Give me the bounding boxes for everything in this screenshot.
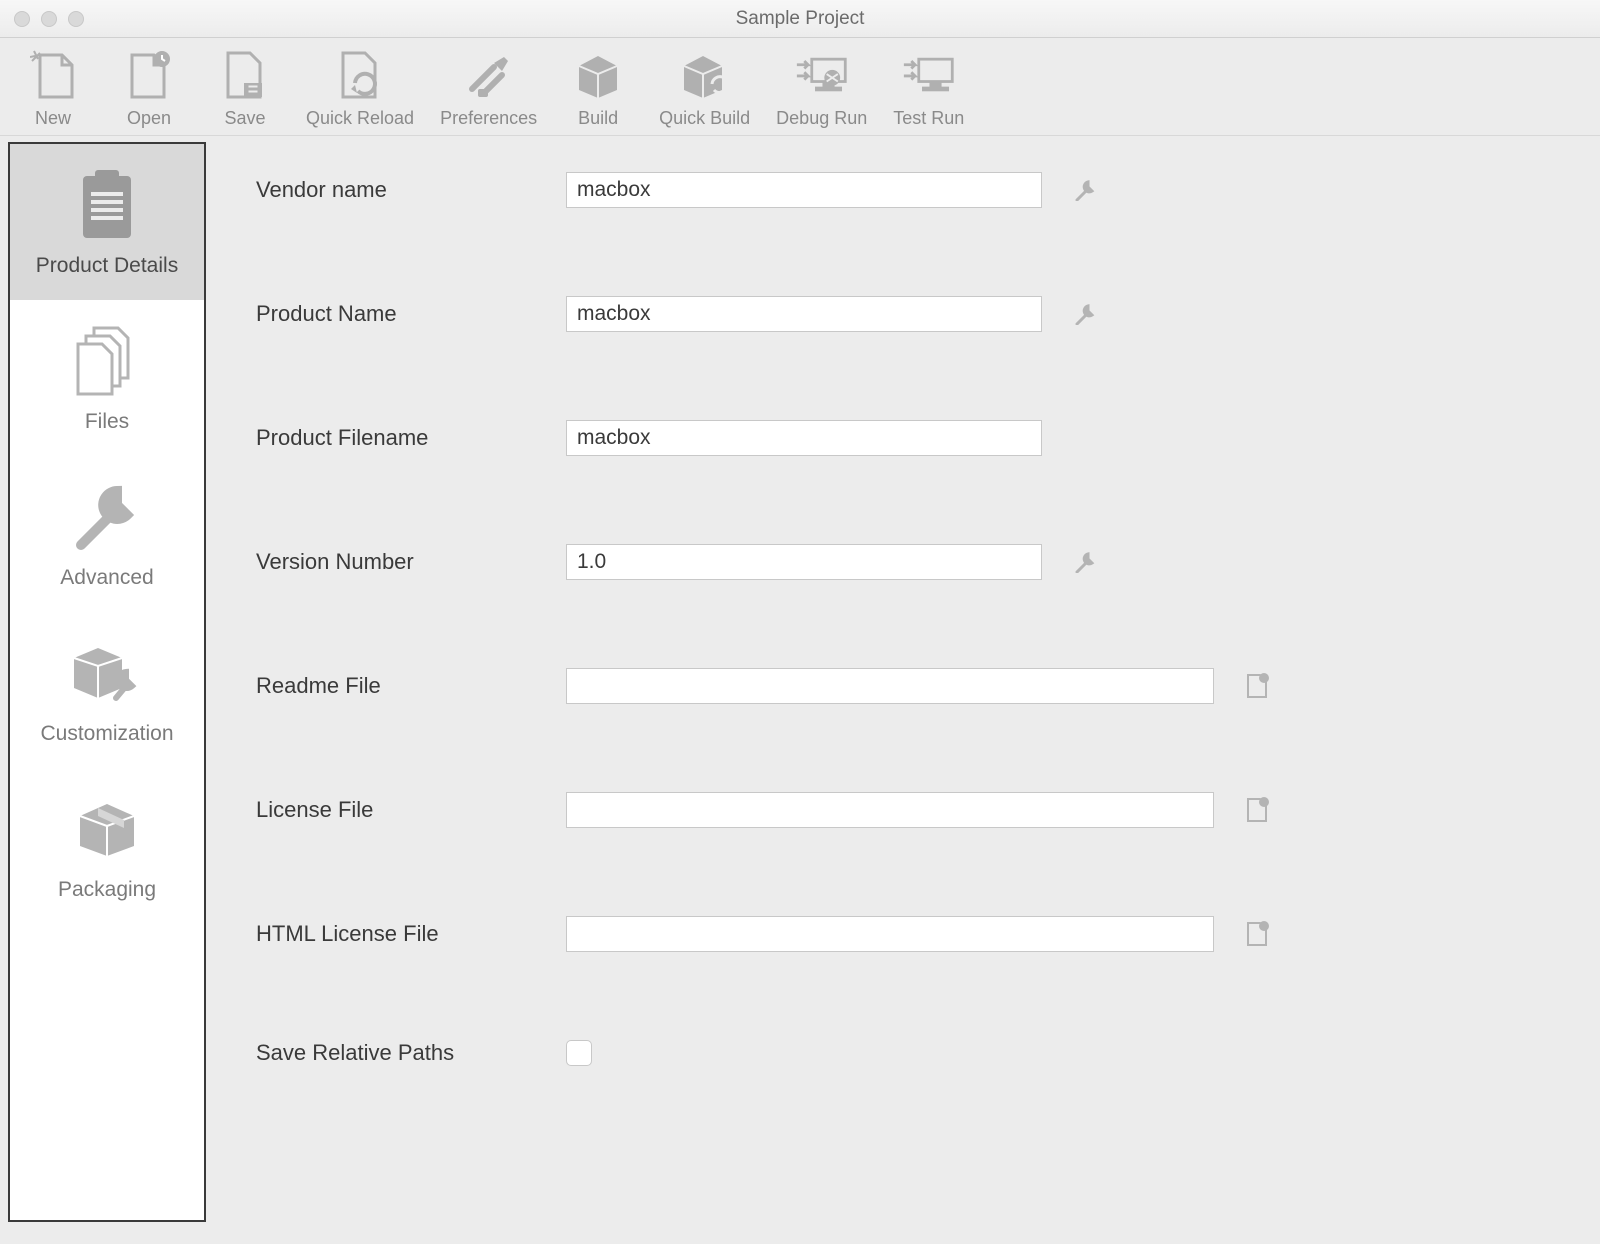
close-window-button[interactable] [14,11,30,27]
toolbar-quick-reload-label: Quick Reload [306,108,414,129]
debug-run-icon [795,48,849,102]
version-number-input[interactable] [566,544,1042,580]
license-file-input[interactable] [566,792,1214,828]
open-file-icon [122,48,176,102]
row-license-file: License File [256,792,1560,828]
product-details-form: Vendor name Product Name Product Filenam… [206,136,1600,1244]
sidebar-item-product-details[interactable]: Product Details [10,144,204,300]
zoom-window-button[interactable] [68,11,84,27]
sidebar-label: Advanced [60,566,153,590]
product-name-label: Product Name [256,301,566,327]
toolbar-save-button[interactable]: Save [210,48,280,129]
sidebar-item-customization[interactable]: Customization [10,612,204,768]
sidebar-label: Packaging [58,878,156,902]
wrench-icon [1074,303,1096,325]
package-icon [74,794,140,864]
file-browse-icon [1245,673,1269,699]
sidebar-label: Files [85,410,129,434]
vendor-name-wrench-button[interactable] [1072,177,1098,203]
toolbar-open-label: Open [127,108,171,129]
license-file-label: License File [256,797,566,823]
file-browse-icon [1245,921,1269,947]
sidebar-label: Customization [40,722,173,746]
toolbar-quick-reload-button[interactable]: Quick Reload [306,48,414,129]
toolbar-open-button[interactable]: Open [114,48,184,129]
toolbar-build-label: Build [578,108,618,129]
quick-build-icon [678,48,732,102]
toolbar-quick-build-button[interactable]: Quick Build [659,48,750,129]
files-icon [72,326,142,396]
toolbar-quick-build-label: Quick Build [659,108,750,129]
sidebar-item-files[interactable]: Files [10,300,204,456]
toolbar-build-button[interactable]: Build [563,48,633,129]
toolbar-preferences-label: Preferences [440,108,537,129]
html-license-file-label: HTML License File [256,921,566,947]
box-wrench-icon [68,638,146,708]
row-product-name: Product Name [256,296,1560,332]
readme-file-label: Readme File [256,673,566,699]
product-name-input[interactable] [566,296,1042,332]
sidebar-label: Product Details [36,254,178,278]
vendor-name-label: Vendor name [256,177,566,203]
toolbar-save-label: Save [224,108,265,129]
row-vendor-name: Vendor name [256,172,1560,208]
toolbar: New Open Save Quick Reload Preferences B… [0,38,1600,136]
window-title: Sample Project [0,8,1600,30]
titlebar: Sample Project [0,0,1600,38]
preferences-icon [462,48,516,102]
row-readme-file: Readme File [256,668,1560,704]
row-version-number: Version Number [256,544,1560,580]
main-body: Product Details Files Advanced Customiza… [0,136,1600,1244]
file-browse-icon [1245,797,1269,823]
readme-file-input[interactable] [566,668,1214,704]
row-html-license-file: HTML License File [256,916,1560,952]
save-relative-paths-checkbox[interactable] [566,1040,592,1066]
product-filename-label: Product Filename [256,425,566,451]
version-number-label: Version Number [256,549,566,575]
toolbar-debug-run-button[interactable]: Debug Run [776,48,867,129]
sidebar-item-advanced[interactable]: Advanced [10,456,204,612]
window-controls [0,11,84,27]
build-icon [571,48,625,102]
license-file-browse-button[interactable] [1244,797,1270,823]
html-license-file-browse-button[interactable] [1244,921,1270,947]
wrench-icon [1074,179,1096,201]
toolbar-debug-run-label: Debug Run [776,108,867,129]
clipboard-icon [75,170,139,240]
row-save-relative-paths: Save Relative Paths [256,1040,1560,1066]
readme-file-browse-button[interactable] [1244,673,1270,699]
toolbar-preferences-button[interactable]: Preferences [440,48,537,129]
sidebar-item-packaging[interactable]: Packaging [10,768,204,924]
toolbar-new-label: New [35,108,71,129]
wrench-icon [1074,551,1096,573]
minimize-window-button[interactable] [41,11,57,27]
wrench-icon [71,482,143,552]
toolbar-test-run-label: Test Run [893,108,964,129]
reload-icon [333,48,387,102]
test-run-icon [902,48,956,102]
version-number-wrench-button[interactable] [1072,549,1098,575]
html-license-file-input[interactable] [566,916,1214,952]
toolbar-test-run-button[interactable]: Test Run [893,48,964,129]
sidebar: Product Details Files Advanced Customiza… [8,142,206,1222]
row-product-filename: Product Filename [256,420,1560,456]
new-file-icon [26,48,80,102]
save-icon [218,48,272,102]
product-filename-input[interactable] [566,420,1042,456]
vendor-name-input[interactable] [566,172,1042,208]
save-relative-paths-label: Save Relative Paths [256,1040,566,1066]
product-name-wrench-button[interactable] [1072,301,1098,327]
toolbar-new-button[interactable]: New [18,48,88,129]
